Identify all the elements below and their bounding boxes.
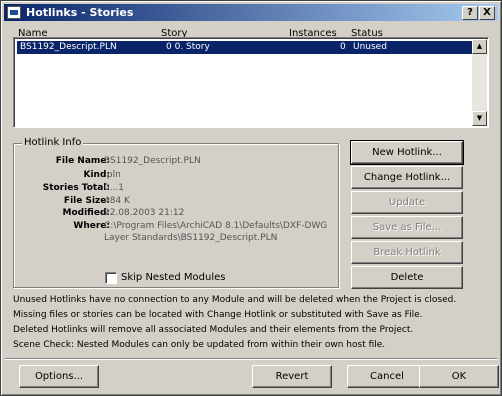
file-name-label: File Name: [55, 156, 110, 166]
new-hotlink-button[interactable]: New Hotlink... [350, 140, 464, 165]
close-button[interactable]: X [479, 6, 495, 20]
where-value-line1: C:\Program Files\ArchiCAD 8.1\Defaults\D… [104, 221, 328, 231]
app-icon [7, 6, 21, 19]
change-hotlink-button[interactable]: Change Hotlink... [351, 166, 463, 189]
row-name: BS1192_Descript.PLN [20, 42, 117, 52]
file-name-value: BS1192_Descript.PLN [104, 156, 201, 166]
save-as-file-button[interactable]: Save as File... [351, 216, 463, 239]
scroll-down-arrow-icon[interactable]: ▼ [472, 111, 487, 126]
stories-total-label: Stories Total: [42, 183, 110, 193]
note-line-2: Missing files or stories can be located … [13, 310, 423, 320]
row-status: Unused [353, 42, 387, 52]
note-line-3: Deleted Hotlinks will remove all associa… [13, 325, 414, 335]
help-button[interactable]: ? [462, 6, 478, 20]
title-bar[interactable]: Hotlinks - Stories ? X [4, 4, 498, 21]
where-value-line2: Layer Standards\BS1192_Descript.PLN [104, 233, 278, 243]
ok-button[interactable]: OK [419, 365, 499, 388]
delete-button[interactable]: Delete [351, 266, 463, 289]
file-size-value: 484 K [104, 196, 130, 206]
row-instances: 0 [340, 42, 346, 52]
stories-total-value: 0...1 [104, 183, 125, 193]
options-button[interactable]: Options... [19, 365, 99, 388]
kind-value: .pln [104, 170, 121, 180]
list-row-selected[interactable]: BS1192_Descript.PLN 0 0. Story 0 Unused [17, 41, 472, 54]
modified-value: 22.08.2003 21:12 [104, 208, 185, 218]
hotlink-info-title: Hotlink Info [22, 137, 84, 148]
window-title: Hotlinks - Stories [26, 6, 134, 19]
list-scrollbar[interactable]: ▲ ▼ [472, 39, 487, 126]
break-hotlink-button[interactable]: Break Hotlink [351, 241, 463, 264]
hotlink-info-group: Hotlink Info File Name: BS1192_Descript.… [13, 137, 339, 288]
hotlinks-dialog: Hotlinks - Stories ? X Name Story Instan… [0, 0, 502, 396]
note-line-4: Scene Check: Nested Modules can only be … [13, 340, 386, 350]
revert-button[interactable]: Revert [252, 365, 332, 388]
footer-separator [5, 358, 497, 360]
hotlinks-list[interactable]: BS1192_Descript.PLN 0 0. Story 0 Unused … [13, 37, 489, 128]
cancel-button[interactable]: Cancel [347, 365, 427, 388]
note-line-1: Unused Hotlinks have no connection to an… [13, 295, 457, 305]
scroll-up-arrow-icon[interactable]: ▲ [472, 39, 487, 54]
modified-label: Modified: [62, 208, 110, 218]
update-button[interactable]: Update [351, 191, 463, 214]
row-story: 0 0. Story [166, 42, 210, 52]
skip-nested-label[interactable]: Skip Nested Modules [121, 272, 225, 283]
skip-nested-checkbox[interactable] [105, 272, 117, 284]
